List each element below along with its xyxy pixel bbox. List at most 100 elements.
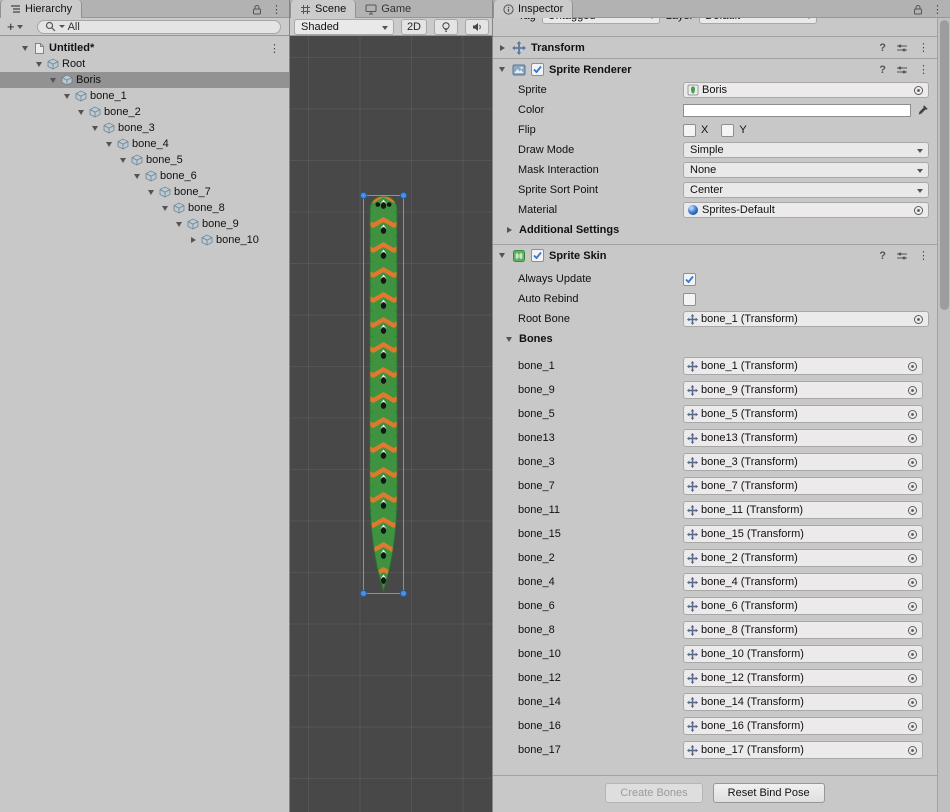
kebab-menu-icon[interactable]: ⋮ bbox=[932, 4, 943, 15]
mask-interaction-dropdown[interactable]: None bbox=[683, 162, 929, 178]
hierarchy-row[interactable]: bone_2 bbox=[0, 104, 289, 120]
object-picker-icon[interactable] bbox=[911, 205, 926, 216]
scene-lighting-button[interactable] bbox=[434, 19, 458, 35]
hierarchy-row-scene[interactable]: Untitled* ⋮ bbox=[0, 40, 289, 56]
component-enabled-checkbox[interactable] bbox=[531, 63, 544, 76]
inspector-scrollbar[interactable] bbox=[937, 18, 950, 812]
transform-component-header[interactable]: Transform ? ⋮ bbox=[493, 36, 937, 58]
hierarchy-row[interactable]: bone_3 bbox=[0, 120, 289, 136]
bone-transform-field[interactable]: bone_1 (Transform) bbox=[683, 357, 923, 375]
hierarchy-row[interactable]: bone_9 bbox=[0, 216, 289, 232]
object-picker-icon[interactable] bbox=[911, 85, 926, 96]
hierarchy-row-selected[interactable]: Boris bbox=[0, 72, 289, 88]
bone-transform-field[interactable]: bone_4 (Transform) bbox=[683, 573, 923, 591]
foldout-open-icon[interactable] bbox=[148, 190, 154, 195]
foldout-open-icon[interactable] bbox=[162, 206, 168, 211]
selection-handle[interactable] bbox=[400, 192, 407, 199]
object-picker-icon[interactable] bbox=[905, 649, 920, 660]
foldout-open-icon[interactable] bbox=[176, 222, 182, 227]
selection-handle[interactable] bbox=[360, 192, 367, 199]
bone-transform-field[interactable]: bone_2 (Transform) bbox=[683, 549, 923, 567]
shading-mode-dropdown[interactable]: Shaded bbox=[294, 19, 394, 35]
selection-handle[interactable] bbox=[400, 590, 407, 597]
hierarchy-row[interactable]: bone_5 bbox=[0, 152, 289, 168]
bone-transform-field[interactable]: bone_9 (Transform) bbox=[683, 381, 923, 399]
flip-y-checkbox[interactable] bbox=[721, 124, 734, 137]
object-picker-icon[interactable] bbox=[905, 601, 920, 612]
foldout-open-icon[interactable] bbox=[78, 110, 84, 115]
hierarchy-row[interactable]: bone_10 bbox=[0, 232, 289, 248]
reset-bind-pose-button[interactable]: Reset Bind Pose bbox=[713, 783, 825, 803]
kebab-menu-icon[interactable]: ⋮ bbox=[269, 43, 289, 54]
bone-transform-field[interactable]: bone_11 (Transform) bbox=[683, 501, 923, 519]
object-picker-icon[interactable] bbox=[905, 481, 920, 492]
root-bone-object-field[interactable]: bone_1 (Transform) bbox=[683, 311, 929, 327]
lock-icon[interactable] bbox=[252, 4, 262, 15]
always-update-checkbox[interactable] bbox=[683, 273, 696, 286]
hierarchy-row[interactable]: bone_7 bbox=[0, 184, 289, 200]
object-picker-icon[interactable] bbox=[905, 457, 920, 468]
scene-viewport[interactable] bbox=[290, 36, 492, 812]
auto-rebind-checkbox[interactable] bbox=[683, 293, 696, 306]
object-picker-icon[interactable] bbox=[905, 409, 920, 420]
bone-transform-field[interactable]: bone_12 (Transform) bbox=[683, 669, 923, 687]
tab-hierarchy[interactable]: Hierarchy bbox=[0, 0, 82, 18]
bone-transform-field[interactable]: bone_5 (Transform) bbox=[683, 405, 923, 423]
add-object-button[interactable]: + bbox=[3, 19, 27, 34]
foldout-closed-icon[interactable] bbox=[500, 45, 505, 51]
bone-transform-field[interactable]: bone_14 (Transform) bbox=[683, 693, 923, 711]
create-bones-button[interactable]: Create Bones bbox=[605, 783, 702, 803]
object-picker-icon[interactable] bbox=[905, 553, 920, 564]
kebab-menu-icon[interactable]: ⋮ bbox=[918, 250, 929, 261]
color-swatch[interactable] bbox=[683, 104, 911, 117]
bone-transform-field[interactable]: bone13 (Transform) bbox=[683, 429, 923, 447]
kebab-menu-icon[interactable]: ⋮ bbox=[271, 4, 282, 15]
object-picker-icon[interactable] bbox=[905, 433, 920, 444]
foldout-open-icon[interactable] bbox=[50, 78, 56, 83]
sprite-renderer-component-header[interactable]: Sprite Renderer ? ⋮ bbox=[493, 58, 937, 80]
sprite-sort-point-dropdown[interactable]: Center bbox=[683, 182, 929, 198]
object-picker-icon[interactable] bbox=[905, 529, 920, 540]
foldout-open-icon[interactable] bbox=[120, 158, 126, 163]
presets-icon[interactable] bbox=[896, 251, 908, 261]
foldout-open-icon[interactable] bbox=[499, 67, 505, 72]
foldout-closed-icon[interactable] bbox=[191, 237, 196, 243]
hierarchy-row[interactable]: Root bbox=[0, 56, 289, 72]
tag-dropdown[interactable]: Untagged bbox=[542, 18, 660, 24]
hierarchy-row[interactable]: bone_1 bbox=[0, 88, 289, 104]
object-picker-icon[interactable] bbox=[905, 697, 920, 708]
bone-transform-field[interactable]: bone_17 (Transform) bbox=[683, 741, 923, 759]
foldout-open-icon[interactable] bbox=[22, 46, 28, 51]
tab-game[interactable]: Game bbox=[356, 0, 420, 18]
object-picker-icon[interactable] bbox=[905, 361, 920, 372]
object-picker-icon[interactable] bbox=[905, 673, 920, 684]
bone-transform-field[interactable]: bone_10 (Transform) bbox=[683, 645, 923, 663]
sprite-skin-component-header[interactable]: Sprite Skin ? ⋮ bbox=[493, 244, 937, 266]
sprite-object-field[interactable]: Boris bbox=[683, 82, 929, 98]
hierarchy-row[interactable]: bone_4 bbox=[0, 136, 289, 152]
object-picker-icon[interactable] bbox=[905, 505, 920, 516]
tab-scene[interactable]: Scene bbox=[290, 0, 356, 18]
kebab-menu-icon[interactable]: ⋮ bbox=[918, 64, 929, 75]
tab-inspector[interactable]: Inspector bbox=[493, 0, 573, 18]
object-picker-icon[interactable] bbox=[905, 745, 920, 756]
foldout-open-icon[interactable] bbox=[134, 174, 140, 179]
lock-icon[interactable] bbox=[913, 4, 923, 15]
object-picker-icon[interactable] bbox=[905, 385, 920, 396]
selection-handle[interactable] bbox=[360, 590, 367, 597]
bone-transform-field[interactable]: bone_7 (Transform) bbox=[683, 477, 923, 495]
bone-transform-field[interactable]: bone_16 (Transform) bbox=[683, 717, 923, 735]
kebab-menu-icon[interactable]: ⋮ bbox=[918, 42, 929, 53]
hierarchy-row[interactable]: bone_8 bbox=[0, 200, 289, 216]
help-icon[interactable]: ? bbox=[879, 64, 886, 76]
presets-icon[interactable] bbox=[896, 65, 908, 75]
bone-transform-field[interactable]: bone_3 (Transform) bbox=[683, 453, 923, 471]
hierarchy-row[interactable]: bone_6 bbox=[0, 168, 289, 184]
draw-mode-dropdown[interactable]: Simple bbox=[683, 142, 929, 158]
foldout-open-icon[interactable] bbox=[64, 94, 70, 99]
object-picker-icon[interactable] bbox=[905, 577, 920, 588]
help-icon[interactable]: ? bbox=[879, 250, 886, 262]
foldout-open-icon[interactable] bbox=[92, 126, 98, 131]
scrollbar-thumb[interactable] bbox=[940, 20, 949, 310]
foldout-open-icon[interactable] bbox=[36, 62, 42, 67]
